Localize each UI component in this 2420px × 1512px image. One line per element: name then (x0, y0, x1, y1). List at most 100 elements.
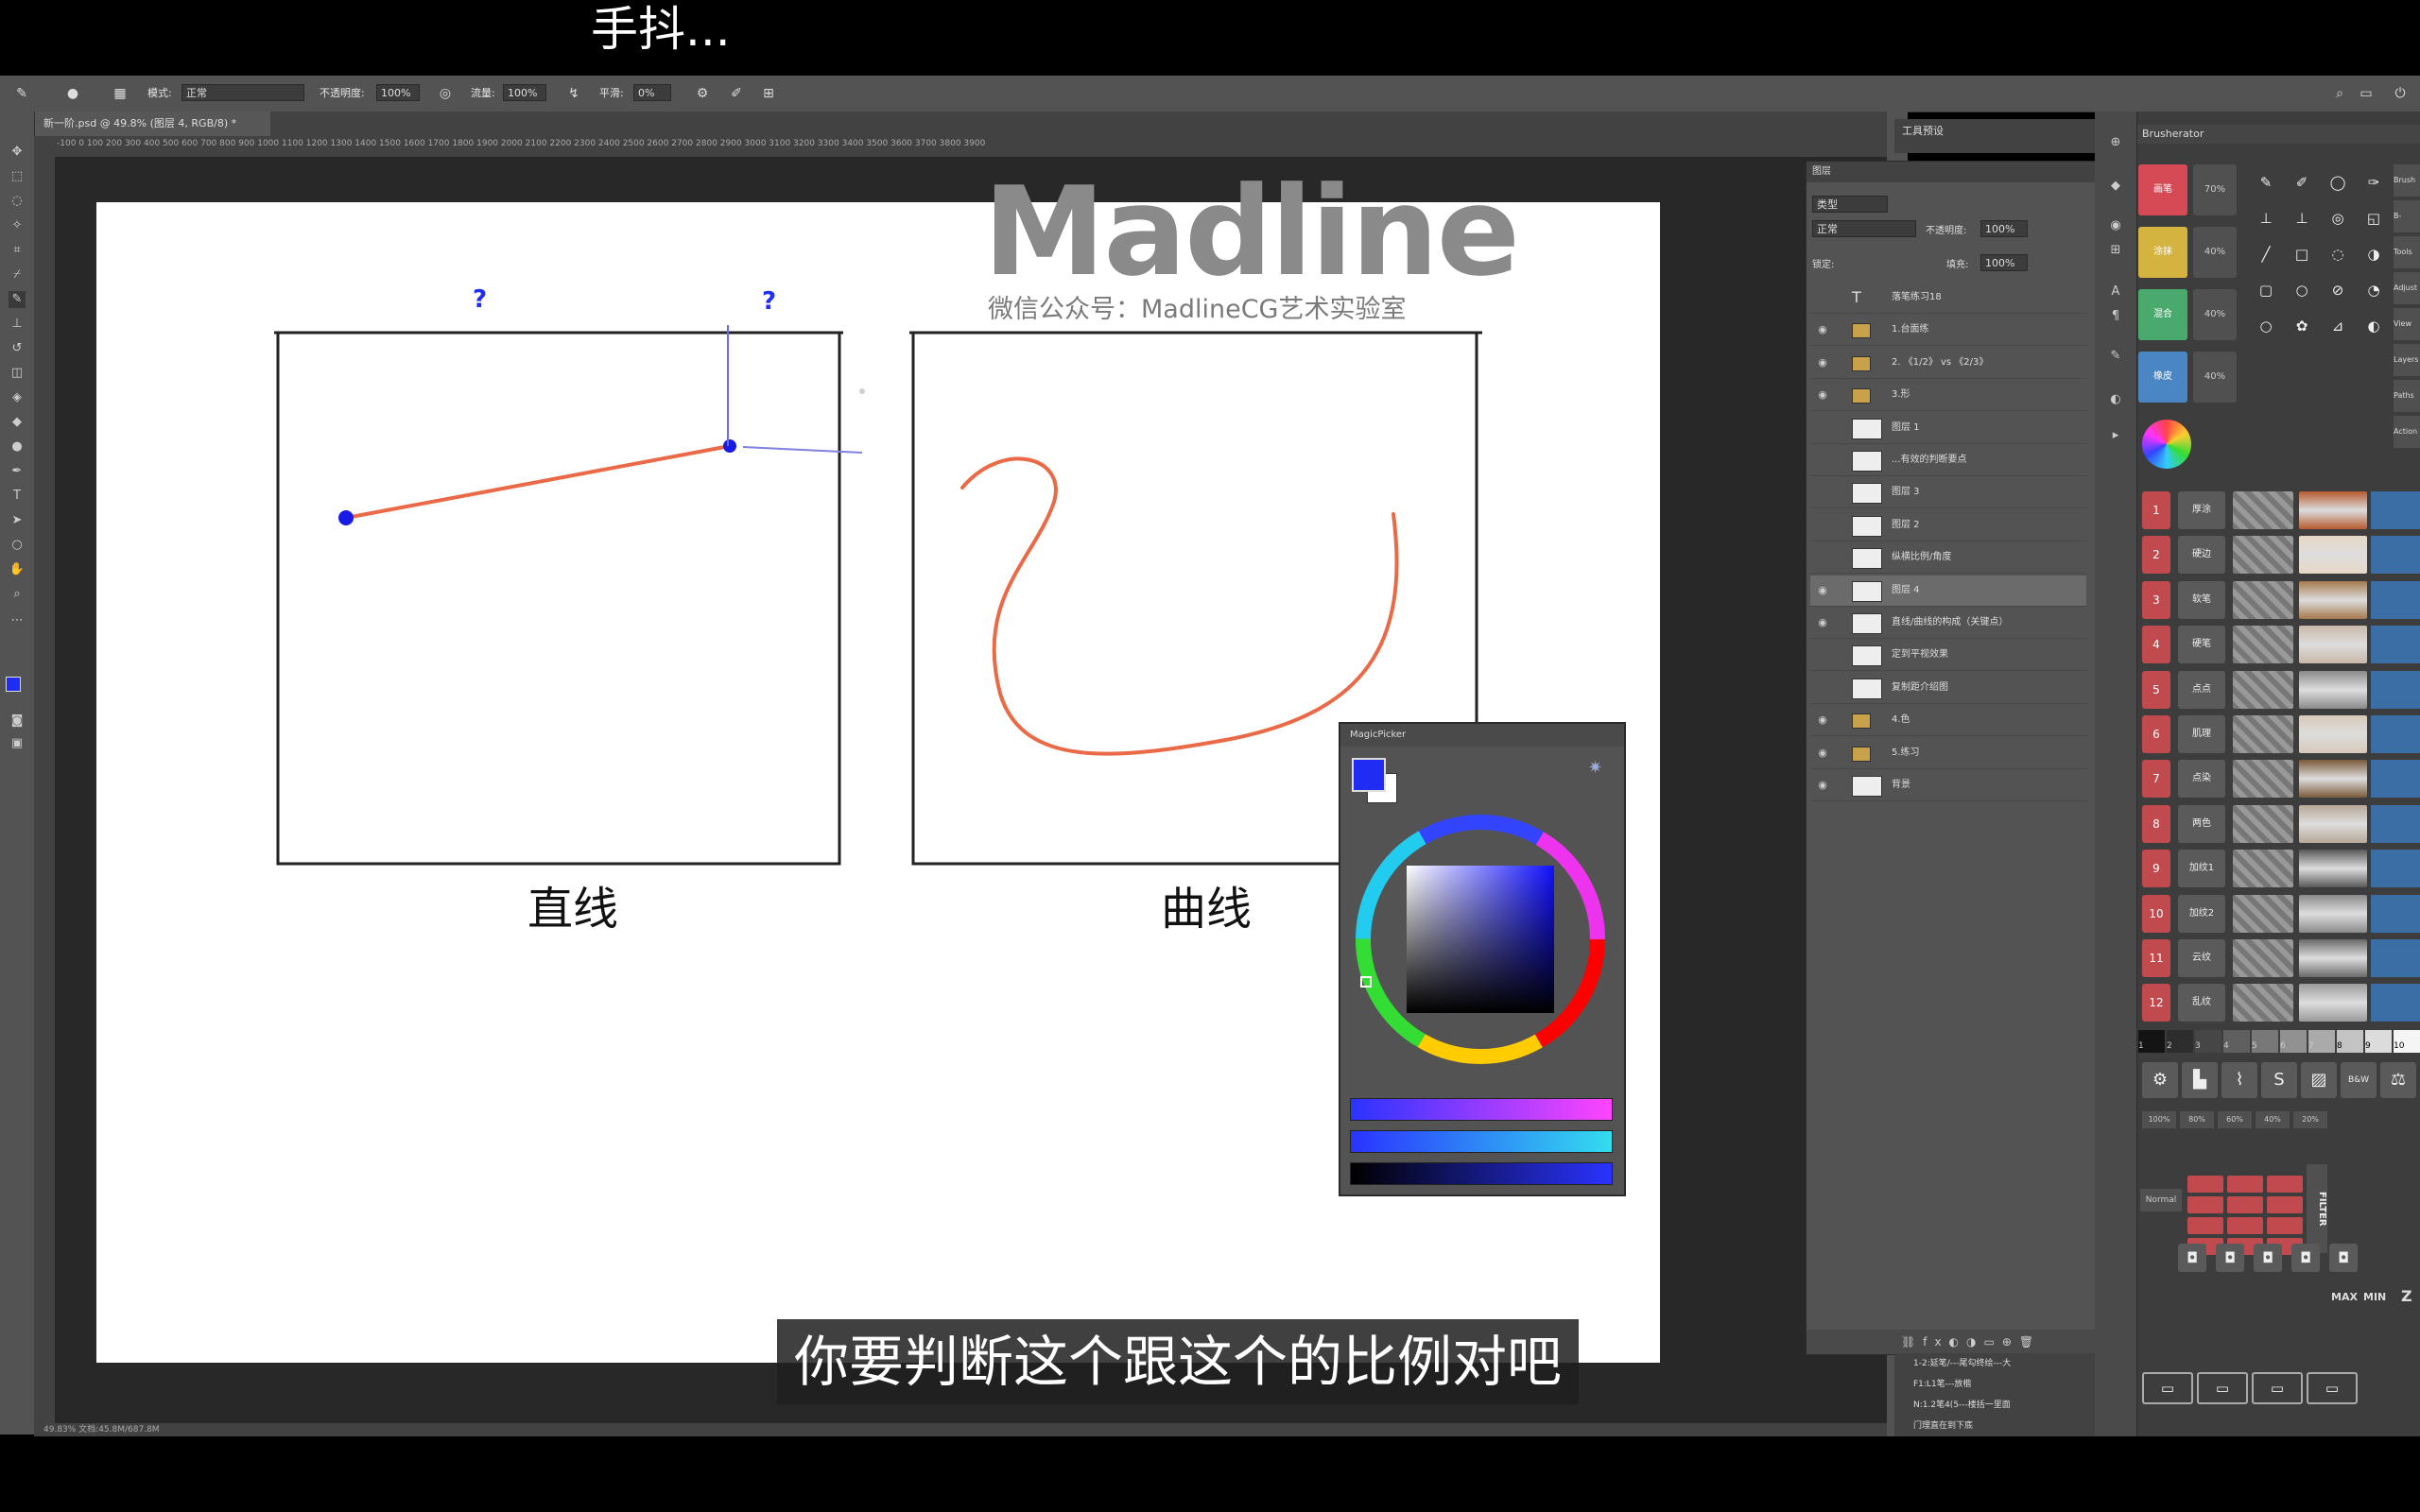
percent-button[interactable]: 40% (2256, 1111, 2290, 1128)
brush-name-button[interactable]: 云纹 (2178, 939, 2225, 977)
brush-mode-button[interactable]: 涂抹 (2138, 227, 2187, 278)
value-step-button[interactable]: 8 (2337, 1030, 2363, 1053)
brush-name-button[interactable]: 两色 (2178, 804, 2225, 843)
layers-panel-icon[interactable]: ◆ (2107, 178, 2124, 195)
layer-opacity-input[interactable]: 100% (1980, 220, 2028, 237)
layer-visibility-eye-icon[interactable]: ◉ (1816, 348, 1829, 378)
brush-number-button[interactable]: 6 (2142, 715, 2170, 753)
paragraph-panel-icon[interactable]: ¶ (2107, 308, 2124, 325)
layer-blend-mode[interactable]: 正常 (1812, 220, 1916, 237)
search-icon[interactable]: ⌕ (2331, 85, 2348, 102)
layer-visibility-eye-icon[interactable]: ◉ (1816, 576, 1829, 606)
brush-stroke-preview[interactable] (2233, 939, 2293, 977)
layer-visibility-eye-icon[interactable]: ◉ (1816, 738, 1829, 768)
brush-texture-preview[interactable] (2299, 939, 2367, 977)
blend-mode-button[interactable] (2267, 1176, 2303, 1193)
layer-row[interactable]: ◉ 5.练习 (1810, 738, 2086, 769)
smoothing-options-gear-icon[interactable]: ⚙ (694, 85, 711, 102)
brush-mode-percent[interactable]: 40% (2193, 352, 2237, 403)
layer-row[interactable]: ◉ 图层 4 (1810, 575, 2086, 607)
layer-row[interactable]: ...有效的判断要点 (1810, 445, 2086, 476)
pen-tool-icon[interactable]: ✒ (9, 463, 26, 480)
brush-texture-preview[interactable] (2299, 850, 2367, 888)
share-icon[interactable]: ⏻ (2392, 85, 2409, 102)
brush-tool-preset-icon[interactable]: ⊿ (2320, 308, 2356, 344)
symmetry-icon[interactable]: ⊞ (760, 85, 777, 102)
layer-visibility-eye-icon[interactable]: ◉ (1816, 608, 1829, 638)
brush-number-button[interactable]: 4 (2142, 626, 2170, 664)
brush-texture-preview[interactable] (2299, 715, 2367, 753)
brush-blend-preview[interactable] (2371, 984, 2420, 1022)
layer-row[interactable]: 纵横比例/角度 (1810, 542, 2086, 575)
pressure-opacity-icon[interactable]: ◎ (437, 85, 454, 102)
brush-name-button[interactable]: 硬边 (2178, 536, 2225, 575)
tool-preset-item[interactable]: F1:L1笔---放楷 (1894, 1374, 2095, 1395)
brush-tool-preset-icon[interactable]: ◱ (2356, 200, 2392, 236)
layer-visibility-eye-icon[interactable]: ◉ (1816, 705, 1829, 735)
blend-mode-button[interactable] (2187, 1196, 2223, 1213)
value-step-button[interactable]: 2 (2167, 1030, 2193, 1053)
brush-tool-preset-icon[interactable]: ◑ (2356, 236, 2392, 272)
filter-preset-button[interactable]: ◘ (2329, 1244, 2358, 1272)
brush-stroke-preview[interactable] (2233, 760, 2293, 799)
airbrush-icon[interactable]: ↯ (565, 85, 582, 102)
brush-number-button[interactable]: 7 (2142, 760, 2170, 799)
shape-tool-icon[interactable]: ○ (9, 537, 26, 554)
magic-wand-tool-icon[interactable]: ✧ (9, 217, 26, 234)
character-panel-icon[interactable]: A (2107, 284, 2124, 301)
brush-blend-preview[interactable] (2371, 760, 2420, 799)
brush-number-button[interactable]: 9 (2142, 850, 2170, 888)
brush-stroke-preview[interactable] (2233, 580, 2293, 619)
brush-tool-preset-icon[interactable]: ▢ (2248, 272, 2284, 308)
pressure-size-icon[interactable]: ✐ (728, 85, 745, 102)
layer-row[interactable]: ◉ 背景 (1810, 770, 2086, 801)
value-step-button[interactable]: 7 (2308, 1030, 2335, 1053)
brush-number-button[interactable]: 5 (2142, 670, 2170, 709)
brush-blend-preview[interactable] (2371, 939, 2420, 977)
flow-input[interactable]: 100% (503, 84, 546, 101)
brush-name-button[interactable]: 加纹2 (2178, 894, 2225, 933)
brush-settings-panel-icon[interactable]: ✎ (2107, 348, 2124, 365)
brush-blend-preview[interactable] (2371, 580, 2420, 619)
blend-mode-button[interactable] (2187, 1217, 2223, 1234)
brush-tool-preset-icon[interactable]: ✎ (2248, 164, 2284, 200)
layer-row[interactable]: T 落笔练习18 (1810, 283, 2086, 314)
filter-preset-button[interactable]: ◘ (2254, 1244, 2282, 1272)
quick-mask-icon[interactable]: ◙ (9, 713, 26, 730)
eraser-tool-icon[interactable]: ◫ (9, 365, 26, 382)
mp-foreground-swatch[interactable] (1352, 758, 1386, 792)
brush-name-button[interactable]: 加纹1 (2178, 850, 2225, 888)
brush-name-button[interactable]: 厚涂 (2178, 491, 2225, 529)
marquee-tool-icon[interactable]: ⬚ (9, 168, 26, 185)
brush-tool-preset-icon[interactable]: ✐ (2284, 164, 2320, 200)
brush-number-button[interactable]: 8 (2142, 804, 2170, 843)
brusherator-side-label[interactable]: Paths (2394, 380, 2420, 412)
adjustment-button[interactable]: ▨ (2301, 1062, 2337, 1098)
history-panel-icon[interactable]: ⊕ (2107, 134, 2124, 151)
adjustment-button[interactable]: S (2261, 1062, 2297, 1098)
adjustment-button[interactable]: B&W (2341, 1062, 2377, 1098)
lasso-tool-icon[interactable]: ◌ (9, 193, 26, 210)
brush-stroke-preview[interactable] (2233, 670, 2293, 709)
blend-mode-button[interactable] (2187, 1176, 2223, 1193)
brush-tool-preset-icon[interactable]: □ (2284, 236, 2320, 272)
mp-hue-slider[interactable] (1350, 1098, 1613, 1121)
percent-button[interactable]: 80% (2180, 1111, 2214, 1128)
brush-stroke-preview[interactable] (2233, 491, 2293, 529)
document-tab[interactable]: 新一阶.psd @ 49.8% (图层 4, RGB/8) * (34, 112, 270, 136)
mp-saturation-slider[interactable] (1350, 1130, 1613, 1153)
brush-tool-preset-icon[interactable]: ⊥ (2248, 200, 2284, 236)
brush-settings-icon[interactable]: ▦ (112, 85, 129, 102)
brush-texture-preview[interactable] (2299, 580, 2367, 619)
brush-tool-preset-icon[interactable]: ◐ (2356, 308, 2392, 344)
value-step-button[interactable]: 4 (2223, 1030, 2250, 1053)
layer-row[interactable]: ◉ 直线/曲线的构成（关键点） (1810, 608, 2086, 639)
color-panel-icon[interactable]: ◉ (2107, 217, 2124, 234)
adjustments-panel-icon[interactable]: ◐ (2107, 391, 2124, 408)
layer-row[interactable]: 图层 3 (1810, 477, 2086, 509)
actions-panel-icon[interactable]: ▸ (2107, 427, 2124, 444)
dodge-tool-icon[interactable]: ● (9, 438, 26, 455)
brush-number-button[interactable]: 2 (2142, 536, 2170, 575)
brush-blend-preview[interactable] (2371, 804, 2420, 843)
brush-texture-preview[interactable] (2299, 984, 2367, 1022)
